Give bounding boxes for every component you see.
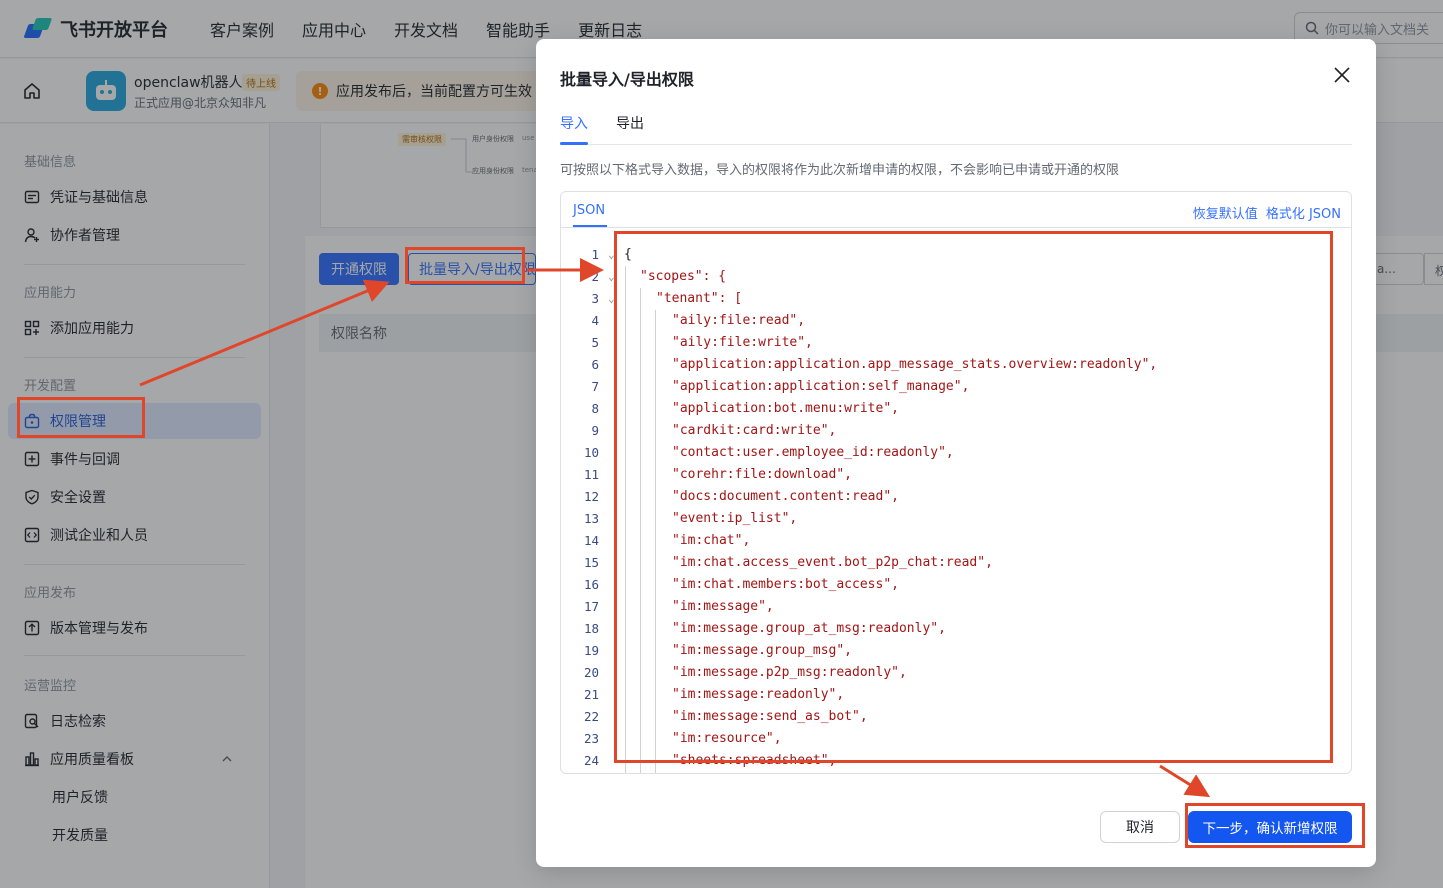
modal-title: 批量导入/导出权限 <box>560 70 694 89</box>
tab-export[interactable]: 导出 <box>616 113 644 133</box>
line-number: 23 <box>583 731 599 746</box>
line-number: 24 <box>583 753 599 768</box>
line-number: 22 <box>583 709 599 724</box>
line-number: 10 <box>583 445 599 460</box>
line-number: 4 <box>591 313 599 328</box>
line-number: 17 <box>583 599 599 614</box>
line-number: 7 <box>591 379 599 394</box>
cancel-button[interactable]: 取消 <box>1100 811 1180 843</box>
close-icon[interactable] <box>1332 65 1352 85</box>
editor-header: JSON 恢复默认值 格式化 JSON <box>561 192 1351 228</box>
editor-tab-json[interactable]: JSON <box>573 203 605 218</box>
line-number: 20 <box>583 665 599 680</box>
line-number: 6 <box>591 357 599 372</box>
line-number: 12 <box>583 489 599 504</box>
line-number: 18 <box>583 621 599 636</box>
line-number: 21 <box>583 687 599 702</box>
line-number: 11 <box>583 467 599 482</box>
tab-import[interactable]: 导入 <box>560 113 588 133</box>
line-number: 19 <box>583 643 599 658</box>
line-number: 5 <box>591 335 599 350</box>
line-number: 15 <box>583 555 599 570</box>
format-json-link[interactable]: 格式化 JSON <box>1266 203 1341 222</box>
line-number: 1 <box>591 247 599 262</box>
annotation-box-sidebar <box>17 397 145 438</box>
line-number: 2 <box>591 269 599 284</box>
line-number: 9 <box>591 423 599 438</box>
editor-actions: 恢复默认值 格式化 JSON <box>1193 203 1341 222</box>
active-tab-indicator <box>560 142 588 145</box>
restore-default-link[interactable]: 恢复默认值 <box>1193 203 1258 222</box>
editor-tab-indicator <box>573 225 607 227</box>
line-number: 3 <box>591 291 599 306</box>
import-description: 可按照以下格式导入数据，导入的权限将作为此次新增申请的权限，不会影响已申请或开通… <box>560 163 1120 178</box>
annotation-box-batch-button <box>405 247 525 284</box>
annotation-box-confirm <box>1185 803 1365 848</box>
line-number: 16 <box>583 577 599 592</box>
line-number: 13 <box>583 511 599 526</box>
modal-tabs: 导入 导出 <box>560 113 1352 145</box>
line-number: 14 <box>583 533 599 548</box>
line-number: 8 <box>591 401 599 416</box>
annotation-box-editor <box>614 231 1333 763</box>
